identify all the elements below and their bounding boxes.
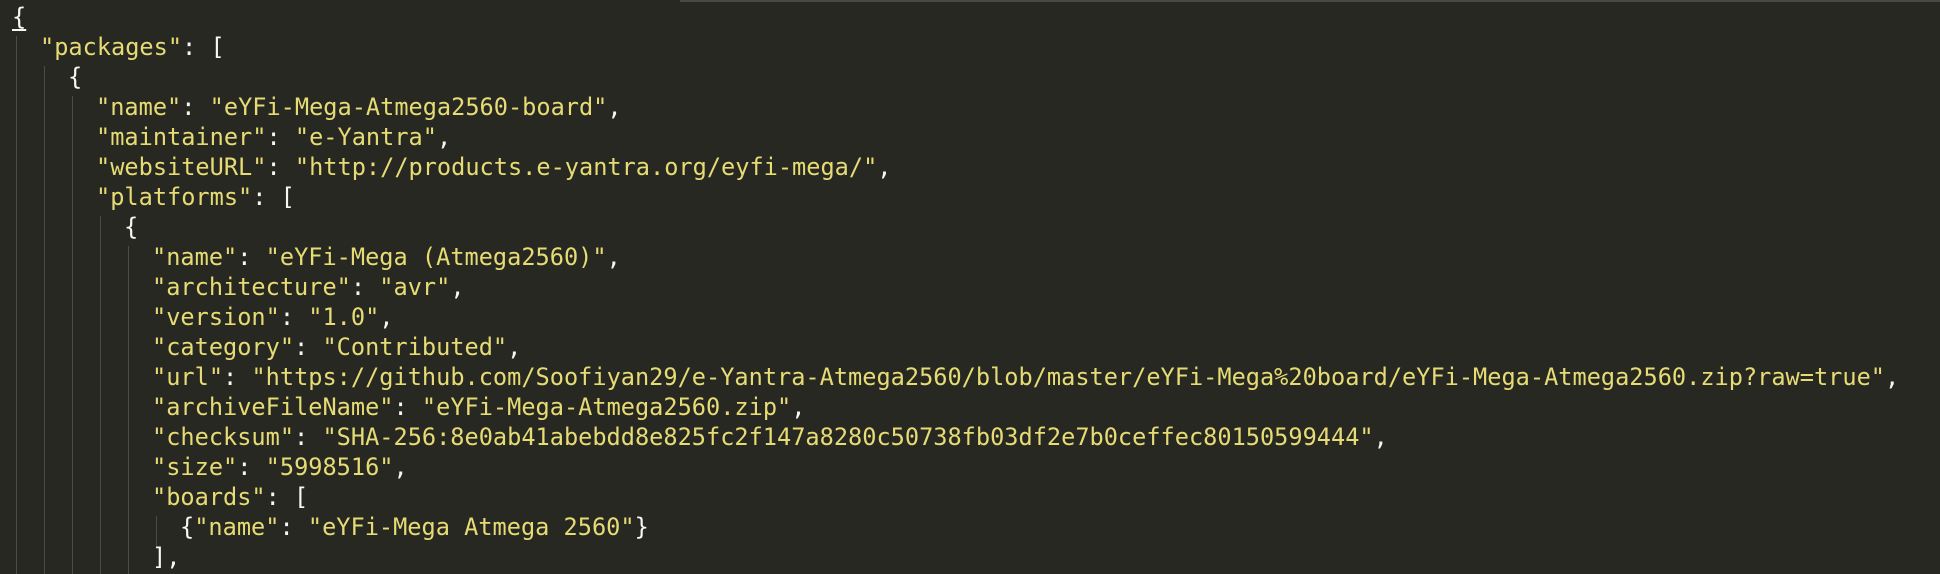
json-string: "avr" [379,273,451,301]
json-punctuation: : [223,363,252,391]
json-key: "checksum" [152,423,295,451]
json-key: "name" [194,513,280,541]
json-string: "https://github.com/Soofiyan29/e-Yantra-… [251,363,1885,391]
json-string: "http://products.e-yantra.org/eyfi-mega/… [294,153,878,181]
json-key: "name" [152,243,238,271]
json-key: "version" [152,303,280,331]
json-punctuation: , [379,303,394,331]
indent-guide-line [100,216,101,574]
json-punctuation: : [181,93,210,121]
code-line[interactable]: "packages": [ [40,32,225,62]
json-punctuation: : [350,273,380,301]
json-key: "platforms" [96,183,253,211]
json-punctuation: { [12,3,27,31]
indent-guide-line [72,96,73,574]
json-string: "eYFi-Mega-Atmega2560-board" [209,93,608,121]
json-punctuation: : [237,243,266,271]
json-punctuation: , [1373,423,1388,451]
json-key: "packages" [40,33,183,61]
code-line[interactable]: "size": "5998516", [152,452,408,482]
json-punctuation: : [279,513,308,541]
json-punctuation: : [237,453,266,481]
json-key: "category" [152,333,295,361]
code-line[interactable]: "name": "eYFi-Mega-Atmega2560-board", [96,92,622,122]
code-line[interactable]: "checksum": "SHA-256:8e0ab41abebdd8e825f… [152,422,1388,452]
indent-guide-line [44,66,45,574]
json-punctuation: : [294,333,323,361]
json-punctuation: { [124,213,139,241]
json-string: "5998516" [265,453,394,481]
json-key: "architecture" [152,273,351,301]
code-line[interactable]: "category": "Contributed", [152,332,521,362]
json-punctuation: , [791,393,806,421]
json-string: "eYFi-Mega-Atmega2560.zip" [421,393,792,421]
json-punctuation: , [1885,363,1900,391]
json-punctuation: : [266,123,295,151]
json-punctuation: { [180,513,195,541]
json-punctuation: , [606,243,621,271]
json-punctuation: : [279,303,309,331]
code-line[interactable]: "maintainer": "e-Yantra", [96,122,451,152]
json-string: "1.0" [308,303,380,331]
json-key: "url" [152,363,224,391]
json-punctuation: : [ [252,183,295,211]
json-punctuation: , [450,273,465,301]
code-editor[interactable]: {"packages": [{"name": "eYFi-Mega-Atmega… [0,0,1940,574]
json-punctuation: , [877,153,892,181]
json-punctuation: ], [152,543,181,571]
json-punctuation: , [393,453,408,481]
json-punctuation: { [68,63,83,91]
json-punctuation: : [266,153,295,181]
code-line[interactable]: "websiteURL": "http://products.e-yantra.… [96,152,892,182]
code-line[interactable]: {"name": "eYFi-Mega Atmega 2560"} [180,512,649,542]
json-punctuation: } [634,513,649,541]
code-line[interactable]: "archiveFileName": "eYFi-Mega-Atmega2560… [152,392,805,422]
json-punctuation: , [507,333,522,361]
code-line[interactable]: "boards": [ [152,482,308,512]
json-key: "size" [152,453,238,481]
json-string: "Contributed" [322,333,508,361]
indent-guide-line [128,246,129,574]
json-string: "eYFi-Mega Atmega 2560" [307,513,635,541]
json-punctuation: : [393,393,422,421]
code-line[interactable]: { [12,2,26,32]
json-key: "websiteURL" [96,153,267,181]
code-line[interactable]: ], [152,542,180,572]
code-line[interactable]: { [124,212,138,242]
json-punctuation: : [294,423,323,451]
code-line[interactable]: "architecture": "avr", [152,272,465,302]
code-line[interactable]: "platforms": [ [96,182,295,212]
json-string: "SHA-256:8e0ab41abebdd8e825fc2f147a8280c… [322,423,1374,451]
json-key: "archiveFileName" [152,393,394,421]
code-line[interactable]: "url": "https://github.com/Soofiyan29/e-… [152,362,1899,392]
json-punctuation: : [ [265,483,309,511]
json-key: "name" [96,93,182,121]
indent-guide-line [16,36,17,574]
code-line[interactable]: "name": "eYFi-Mega (Atmega2560)", [152,242,621,272]
json-key: "maintainer" [96,123,267,151]
json-punctuation: , [436,123,452,151]
json-punctuation: : [ [182,33,225,61]
json-string: "eYFi-Mega (Atmega2560)" [265,243,607,271]
code-line[interactable]: { [68,62,82,92]
pane-top-border [680,0,1940,2]
json-string: "e-Yantra" [294,123,437,151]
json-key: "boards" [152,483,266,511]
code-line[interactable]: "version": "1.0", [152,302,394,332]
json-punctuation: , [607,93,622,121]
